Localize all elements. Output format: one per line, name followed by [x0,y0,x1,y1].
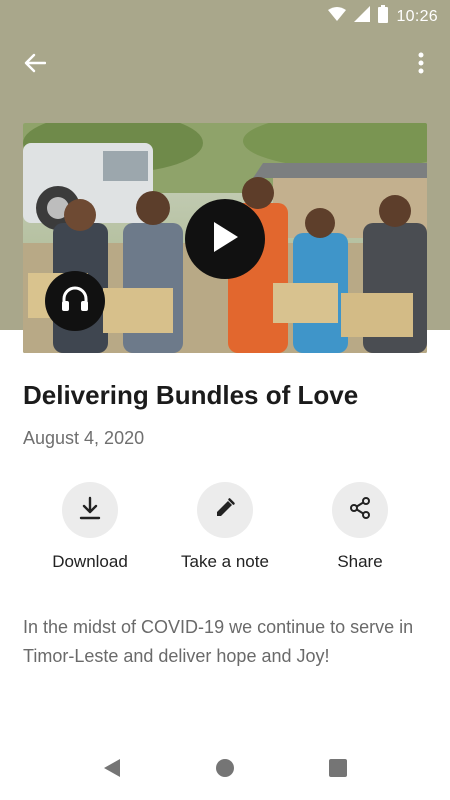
nav-home-button[interactable] [205,754,245,786]
status-time: 10:26 [396,7,438,25]
download-icon [79,496,101,525]
download-button[interactable]: Download [20,482,160,572]
play-button[interactable] [185,199,265,279]
signal-icon [354,6,371,27]
audio-button[interactable] [45,271,105,331]
take-note-label: Take a note [181,552,269,571]
app-bar [0,40,450,90]
download-button-circle[interactable] [62,482,118,538]
back-button[interactable] [12,42,58,88]
play-icon [210,220,240,259]
back-triangle-icon [103,758,121,783]
post-title: Delivering Bundles of Love [23,380,359,410]
pencil-icon [214,497,236,524]
take-note-button[interactable]: Take a note [155,482,295,572]
more-options-button[interactable] [398,42,444,88]
system-navigation-bar [0,740,450,800]
video-thumbnail[interactable] [23,123,427,353]
post-description: In the midst of COVID-19 we continue to … [23,617,414,666]
download-label: Download [52,552,128,571]
action-row: Download Take a note Share [0,482,450,582]
share-button-circle[interactable] [332,482,388,538]
recents-square-icon [329,758,347,782]
post-date: August 4, 2020 [23,428,145,448]
nav-recents-button[interactable] [318,754,358,786]
more-vert-icon [418,52,424,79]
share-icon [348,496,372,525]
home-circle-icon [215,758,235,783]
nav-back-button[interactable] [92,754,132,786]
battery-icon [378,5,389,28]
share-label: Share [337,552,383,571]
status-bar: 10:26 [0,0,450,32]
arrow-back-icon [24,53,47,78]
headphones-icon [60,285,90,318]
share-button[interactable]: Share [290,482,430,572]
take-note-button-circle[interactable] [197,482,253,538]
wifi-icon [328,7,347,26]
